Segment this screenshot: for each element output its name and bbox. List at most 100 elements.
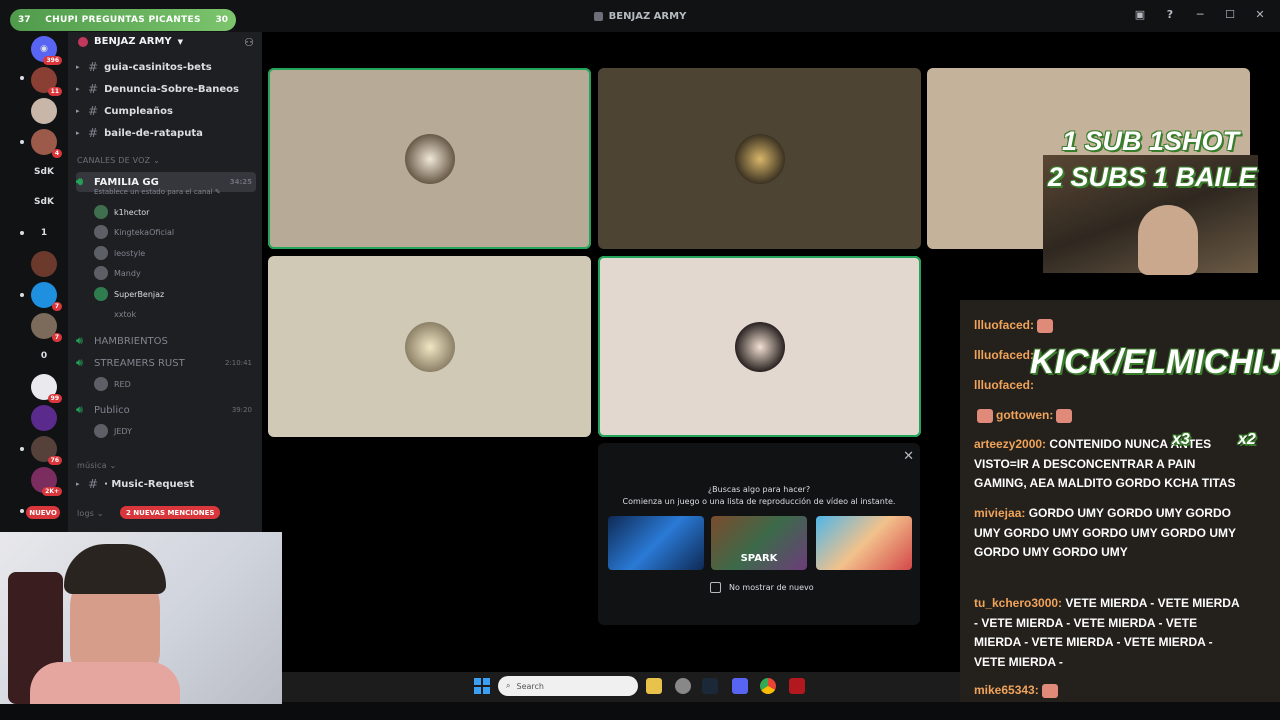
voice-member[interactable]: RED: [94, 377, 131, 391]
video-tile[interactable]: [268, 256, 591, 437]
member-name: SuperBenjaz: [114, 289, 165, 299]
mentions-badge[interactable]: 2 NUEVAS MENCIONES: [120, 506, 221, 519]
caret-icon: ▸: [76, 480, 80, 488]
hash-icon: #: [88, 104, 99, 118]
member-name: k1hector: [114, 207, 150, 217]
server-badge: 11: [47, 87, 62, 96]
discord-icon[interactable]: [732, 678, 748, 694]
inbox-icon[interactable]: ▣: [1132, 8, 1148, 21]
steam-icon[interactable]: [702, 678, 718, 694]
chat-message: miviejaa: GORDO UMY GORDO UMY GORDO UMY …: [974, 504, 1246, 563]
voice-member[interactable]: xxtok: [94, 307, 136, 321]
video-tile[interactable]: [268, 68, 591, 249]
emote-icon: [1041, 683, 1058, 698]
server-header[interactable]: BENJAZ ARMY ▼: [78, 36, 183, 47]
sub-sticker-2: 2 SUBS 1 BAILE: [1048, 162, 1257, 192]
checkbox[interactable]: [710, 582, 721, 593]
text-channel[interactable]: ▸ # Cumpleaños: [76, 104, 173, 118]
server-item[interactable]: 0: [31, 343, 57, 369]
server-item[interactable]: SdK: [31, 159, 57, 185]
avatar: [94, 377, 108, 391]
server-item[interactable]: 7: [31, 313, 62, 342]
server-item[interactable]: [31, 251, 57, 277]
server-icon: [78, 36, 88, 47]
windows-start-icon[interactable]: [474, 678, 490, 694]
help-icon[interactable]: ?: [1162, 8, 1178, 21]
text-channel[interactable]: ▸ # baile-de-rataputa: [76, 126, 203, 140]
voice-member[interactable]: k1hector: [94, 205, 149, 219]
new-badge[interactable]: NUEVO: [26, 506, 60, 519]
server-item[interactable]: 4: [31, 129, 62, 158]
category-music[interactable]: música ⌄: [77, 461, 116, 470]
category-voice[interactable]: CANALES DE VOZ ⌄: [77, 156, 160, 165]
video-tile[interactable]: [598, 256, 921, 437]
activity-thumbnail[interactable]: [816, 516, 912, 570]
channel-name: STREAMERS RUST: [94, 357, 185, 369]
close-icon[interactable]: ✕: [903, 449, 914, 464]
server-rail: ◉ 396 11 4 SdK SdK 1 7 7 0 99 76 2K+: [0, 32, 68, 532]
chrome-icon[interactable]: [760, 678, 776, 694]
channel-name: FAMILIA GG: [94, 176, 159, 188]
discord-icon: ◉: [40, 44, 48, 54]
server-badge: 2K+: [42, 487, 62, 496]
text-channel[interactable]: ▸ # Denuncia-Sobre-Baneos: [76, 82, 239, 96]
new-badge-text: NUEVO: [29, 508, 57, 517]
server-item[interactable]: ◉ 396: [31, 36, 62, 65]
avatar: [404, 321, 455, 372]
voice-member[interactable]: SuperBenjaz: [94, 287, 164, 301]
app-icon[interactable]: [789, 678, 805, 694]
app-icon[interactable]: [675, 678, 691, 694]
hash-icon: #: [88, 126, 99, 140]
unread-dot: [20, 140, 24, 144]
maximize-button[interactable]: ☐: [1222, 8, 1238, 21]
chat-user: llluofaced:: [974, 378, 1035, 392]
category-logs[interactable]: logs ⌄: [77, 509, 104, 518]
video-tile[interactable]: [598, 68, 921, 249]
voice-channel-hambrientos[interactable]: 🔊︎ HAMBRIENTOS: [76, 334, 256, 348]
server-label: SdK: [34, 167, 54, 177]
file-explorer-icon[interactable]: [646, 678, 662, 694]
voice-member[interactable]: Mandy: [94, 266, 141, 280]
taskbar-search[interactable]: ⌕ Search: [498, 676, 638, 696]
server-item[interactable]: SdK: [31, 189, 57, 215]
activity-thumbnail[interactable]: [608, 516, 704, 570]
server-label: 0: [40, 351, 48, 361]
voice-member[interactable]: leostyle: [94, 246, 145, 260]
category-label: CANALES DE VOZ: [77, 156, 151, 165]
server-badge: 396: [43, 56, 62, 65]
text-channel-music[interactable]: ▸ # · Music-Request: [76, 477, 194, 491]
server-item[interactable]: [31, 98, 57, 124]
server-item[interactable]: 2K+: [31, 467, 62, 496]
add-member-icon[interactable]: ⚇: [244, 36, 254, 49]
voice-member[interactable]: KingtekaOficial: [94, 225, 174, 239]
channel-status[interactable]: Establece un estado para el canal ✎: [94, 188, 221, 196]
text-channel[interactable]: ▸ # guia-casinitos-bets: [76, 60, 212, 74]
server-badge: 7: [51, 333, 62, 342]
activity-thumbnail[interactable]: SPARK: [711, 516, 807, 570]
dont-show-again[interactable]: No mostrar de nuevo: [710, 582, 814, 593]
server-item[interactable]: 7: [31, 282, 62, 311]
server-item[interactable]: 1: [31, 220, 57, 246]
voice-channel-streamers[interactable]: 🔊︎ STREAMERS RUST 2:10:41: [76, 356, 256, 370]
kick-sticker: KICK/ELMICHIJ: [1030, 343, 1280, 381]
voice-channel-publico[interactable]: 🔊︎ Publico 39:20: [76, 403, 256, 417]
minimize-button[interactable]: ─: [1192, 8, 1208, 21]
speaker-icon: 🔊︎: [76, 334, 83, 347]
checkbox-label: No mostrar de nuevo: [729, 583, 814, 592]
window-title: BENJAZ ARMY: [593, 11, 686, 22]
channel-sidebar: BENJAZ ARMY ▼ ⚇ ▸ # guia-casinitos-bets ▸ #…: [26, 32, 262, 532]
server-item[interactable]: 76: [31, 436, 62, 465]
server-badge: 7: [51, 302, 62, 311]
close-button[interactable]: ✕: [1252, 8, 1268, 21]
hash-icon: #: [88, 82, 99, 96]
avatar: [94, 266, 108, 280]
server-item[interactable]: 99: [31, 374, 62, 403]
caret-icon: ▸: [76, 85, 80, 93]
search-placeholder: Search: [516, 681, 544, 691]
server-item[interactable]: [31, 405, 57, 431]
voice-member[interactable]: JEDY: [94, 424, 132, 438]
avatar: [94, 246, 108, 260]
server-item[interactable]: 11: [31, 67, 62, 96]
channel-name: Publico: [94, 404, 130, 416]
member-name: Mandy: [114, 268, 141, 278]
